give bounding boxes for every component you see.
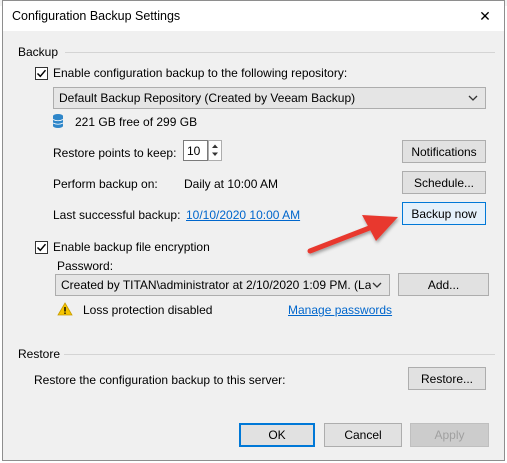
- close-button[interactable]: ✕: [470, 4, 500, 28]
- close-icon: ✕: [479, 7, 491, 24]
- restore-button[interactable]: Restore...: [408, 367, 486, 390]
- apply-button[interactable]: Apply: [410, 423, 489, 447]
- database-icon: [52, 114, 64, 128]
- ok-button[interactable]: OK: [239, 423, 315, 447]
- restore-group-divider: [64, 354, 495, 355]
- restore-points-label: Restore points to keep:: [53, 146, 177, 160]
- warning-icon: [57, 302, 73, 316]
- enable-backup-label: Enable configuration backup to the follo…: [53, 66, 348, 80]
- last-backup-label: Last successful backup:: [53, 208, 181, 222]
- warning-text: Loss protection disabled: [83, 303, 213, 317]
- chevron-down-icon: [468, 95, 478, 101]
- backup-group-divider: [65, 52, 495, 53]
- cancel-button[interactable]: Cancel: [324, 423, 402, 447]
- repository-select-value: Default Backup Repository (Created by Ve…: [59, 91, 356, 105]
- perform-backup-value: Daily at 10:00 AM: [184, 177, 279, 191]
- enable-encryption-label: Enable backup file encryption: [53, 240, 210, 254]
- password-label: Password:: [57, 259, 114, 273]
- chevron-down-icon: [371, 279, 383, 291]
- manage-passwords-link[interactable]: Manage passwords: [288, 303, 392, 317]
- schedule-button[interactable]: Schedule...: [402, 171, 486, 194]
- perform-backup-label: Perform backup on:: [53, 177, 158, 191]
- annotation-arrow: [307, 215, 398, 254]
- window-title: Configuration Backup Settings: [12, 9, 181, 23]
- password-select[interactable]: Created by TITAN\administrator at 2/10/2…: [55, 274, 390, 296]
- password-select-value: Created by TITAN\administrator at 2/10/2…: [61, 278, 378, 292]
- storage-text: 221 GB free of 299 GB: [75, 115, 198, 129]
- notifications-button[interactable]: Notifications: [402, 140, 486, 163]
- restore-group-label: Restore: [18, 347, 61, 361]
- repository-select[interactable]: Default Backup Repository (Created by Ve…: [53, 87, 486, 109]
- restore-points-input[interactable]: 10: [183, 140, 208, 161]
- restore-points-stepper[interactable]: [208, 140, 222, 161]
- last-backup-link[interactable]: 10/10/2020 10:00 AM: [186, 208, 300, 222]
- restore-description: Restore the configuration backup to this…: [34, 373, 286, 387]
- backup-group-label: Backup: [18, 45, 59, 59]
- restore-points-value: 10: [187, 143, 201, 158]
- backup-now-button[interactable]: Backup now: [402, 202, 486, 225]
- add-password-button[interactable]: Add...: [398, 273, 489, 296]
- stepper-arrows-icon: [212, 144, 218, 156]
- enable-backup-checkbox[interactable]: [35, 67, 48, 80]
- enable-encryption-checkbox[interactable]: [35, 241, 48, 254]
